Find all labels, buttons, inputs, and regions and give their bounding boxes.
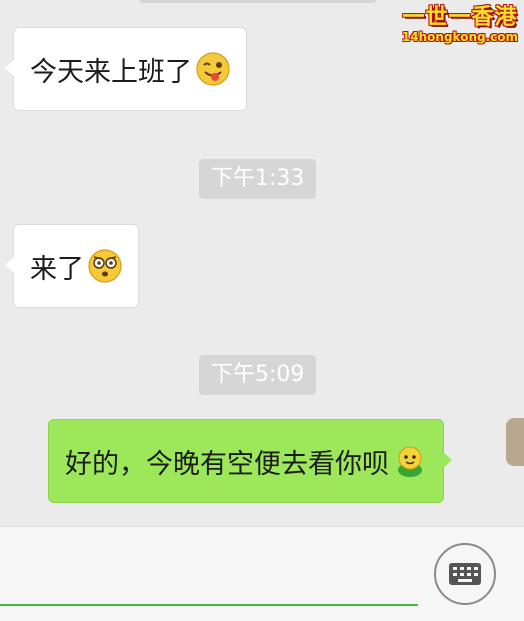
message-text: 来了 [30,253,84,285]
message-bubble-incoming[interactable]: 今天来上班了 [5,27,247,111]
timestamp: 下午1:33 [199,159,317,199]
watermark-url: 14hongkong.com [401,30,518,44]
message-bubble-outgoing[interactable]: 好的，今晚有空便去看你呗 [48,419,452,503]
wink-tongue-emoji-icon [196,52,230,86]
watermark-title: 一世一香港 [402,5,518,30]
message-input[interactable] [0,604,418,606]
keyboard-icon [449,563,481,585]
green-character-emoji-icon [398,446,422,477]
timestamp: 下午5:09 [199,355,317,395]
message-text: 今天来上班了 [30,56,192,88]
keyboard-toggle-button[interactable] [434,543,496,605]
message-text: 好的，今晚有空便去看你呗 [65,448,389,480]
shocked-emoji-icon [88,249,122,283]
previous-message-edge [140,0,376,3]
watermark-logo: 一世一香港 14hongkong.com [401,5,518,45]
message-bubble-incoming[interactable]: 来了 [5,224,139,308]
avatar[interactable] [506,418,524,466]
